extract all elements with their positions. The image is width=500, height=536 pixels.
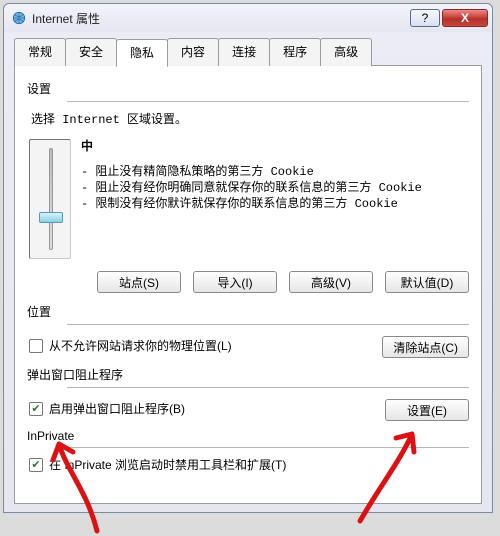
privacy-description: 中 阻止没有精简隐私策略的第三方 Cookie 阻止没有经你明确同意就保存你的联… [81, 137, 469, 259]
popup-blocker-label: 启用弹出窗口阻止程序(B) [49, 400, 185, 417]
settings-label: 设置 [27, 80, 469, 97]
location-checkbox[interactable] [29, 339, 43, 353]
privacy-level: 中 [81, 137, 469, 154]
slider-thumb[interactable] [39, 212, 63, 223]
window-title: Internet 属性 [32, 10, 408, 27]
sites-button[interactable]: 站点(S) [97, 271, 181, 293]
location-checkbox-label: 从不允许网站请求你的物理位置(L) [49, 337, 232, 354]
default-button[interactable]: 默认值(D) [385, 271, 469, 293]
tab-privacy[interactable]: 隐私 [116, 39, 168, 67]
tab-programs[interactable]: 程序 [269, 38, 321, 66]
tab-connections[interactable]: 连接 [218, 38, 270, 66]
popup-blocker-checkbox[interactable] [29, 402, 43, 416]
close-button[interactable]: X [442, 9, 488, 27]
popup-label: 弹出窗口阻止程序 [27, 366, 469, 383]
privacy-bullet: 限制没有经你默许就保存你的联系信息的第三方 Cookie [81, 196, 469, 212]
help-button[interactable]: ? [410, 9, 440, 27]
privacy-bullet: 阻止没有经你明确同意就保存你的联系信息的第三方 Cookie [81, 180, 469, 196]
clear-sites-button[interactable]: 清除站点(C) [382, 336, 469, 358]
location-label: 位置 [27, 303, 469, 320]
privacy-bullet: 阻止没有精简隐私策略的第三方 Cookie [81, 164, 469, 180]
divider [67, 447, 469, 448]
inprivate-label: InPrivate [27, 429, 469, 443]
annotation-arrow-left [47, 436, 117, 536]
advanced-button[interactable]: 高级(V) [289, 271, 373, 293]
tab-security[interactable]: 安全 [65, 38, 117, 66]
tab-bar: 常规 安全 隐私 内容 连接 程序 高级 [14, 38, 482, 66]
divider [67, 387, 469, 388]
titlebar: Internet 属性 ? X [4, 4, 492, 32]
popup-settings-button[interactable]: 设置(E) [385, 399, 469, 421]
tab-general[interactable]: 常规 [14, 38, 66, 66]
divider [67, 324, 469, 325]
divider [67, 101, 469, 102]
privacy-slider[interactable] [29, 139, 71, 259]
import-button[interactable]: 导入(I) [193, 271, 277, 293]
inprivate-checkbox-label: 在 InPrivate 浏览启动时禁用工具栏和扩展(T) [49, 456, 286, 473]
tab-advanced[interactable]: 高级 [320, 38, 372, 66]
zone-text: 选择 Internet 区域设置。 [31, 110, 469, 127]
tab-panel: 设置 选择 Internet 区域设置。 中 阻止没有精简隐私策略的第三方 Co… [14, 65, 482, 504]
inprivate-checkbox[interactable] [29, 458, 43, 472]
tab-content[interactable]: 内容 [167, 38, 219, 66]
globe-icon [12, 11, 26, 25]
